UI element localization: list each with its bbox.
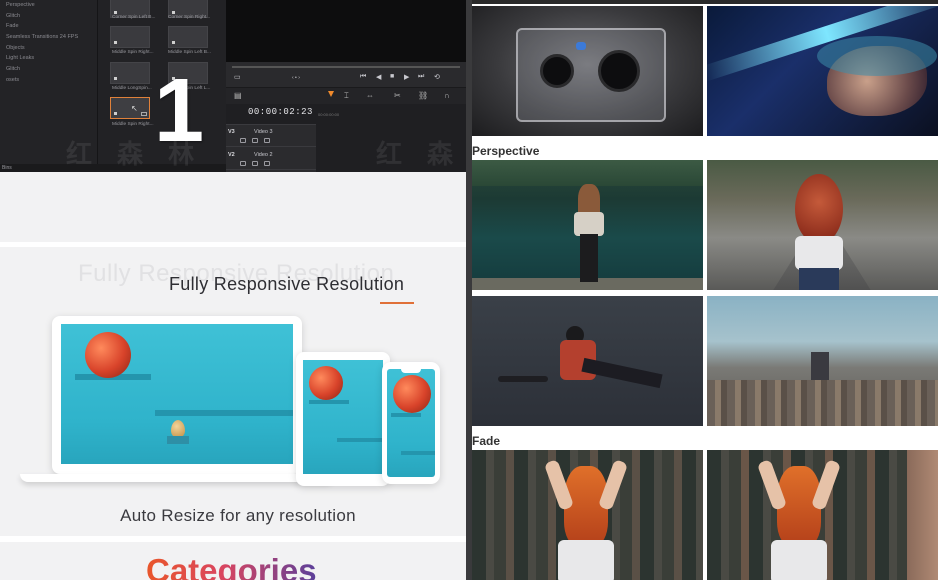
video-editor-panel: Perspective Glitch Fade Seamless Transit… xyxy=(0,0,466,172)
track-row-v3[interactable]: V3 Video 3 xyxy=(226,125,316,147)
link-icon[interactable]: ⛓ xyxy=(418,91,428,100)
photo-man-skateboard[interactable] xyxy=(472,296,703,426)
clip-toggle-icon[interactable] xyxy=(252,138,258,143)
selected-transition-thumbnail[interactable]: ↖ xyxy=(110,97,150,119)
ball-image xyxy=(85,332,131,378)
title-underline xyxy=(380,302,414,304)
watermark-text: 红 森 林 xyxy=(376,140,462,170)
thumbnail-label: Corner Spin Left B... xyxy=(112,15,156,20)
track-name: Video 2 xyxy=(254,152,273,158)
timecode-display: 00:00:02:23 xyxy=(248,107,313,117)
section-label-fade: Fade xyxy=(472,434,501,448)
photo-redhead-fade-2[interactable] xyxy=(707,450,938,580)
track-id: V3 xyxy=(228,129,235,135)
play-icon[interactable]: ▶ xyxy=(404,73,409,81)
effects-item[interactable]: Fade xyxy=(0,21,97,32)
monitor-icon[interactable] xyxy=(264,161,270,166)
edit-tool-icon[interactable]: ⌶ xyxy=(344,91,349,101)
transport-controls: ▭ ‹ • › ⏮ ◀ ■ ▶ ⏭ ⟲ xyxy=(226,62,466,88)
go-to-start-icon[interactable]: ⏮ xyxy=(360,73,366,81)
gallery-top-edge xyxy=(472,0,938,4)
effects-item[interactable]: Glitch xyxy=(0,11,97,22)
scrubber-bar[interactable] xyxy=(232,66,460,68)
photo-woman-road[interactable] xyxy=(707,160,938,290)
photo-woman-neon[interactable] xyxy=(707,6,938,136)
monitor-icon[interactable] xyxy=(264,138,270,143)
effects-item[interactable]: Seamless Transitions 24 FPS xyxy=(0,32,97,43)
transition-thumbnail[interactable] xyxy=(168,26,208,48)
track-headers: V3 Video 3 V2 Video 2 xyxy=(226,124,316,172)
transition-thumbnail[interactable] xyxy=(110,62,150,84)
timeline-ruler-mark: 00:00:00:00 xyxy=(318,112,340,117)
effects-item[interactable]: Light Leaks xyxy=(0,53,97,64)
viewer-options-icon[interactable]: ▭ xyxy=(234,73,241,81)
track-name: Video 3 xyxy=(254,129,273,135)
effects-item[interactable]: Glitch xyxy=(0,64,97,75)
promo-caption: Auto Resize for any resolution xyxy=(120,506,356,525)
photo-cassette-tape[interactable] xyxy=(472,6,703,136)
photo-redhead-fade-1[interactable] xyxy=(472,450,703,580)
section-label-perspective: Perspective xyxy=(472,144,540,158)
transition-thumbnail[interactable] xyxy=(110,26,150,48)
timeline-toolbar: ▤ ⌶ ⇔ ✂ ⛓ ∩ xyxy=(226,88,466,104)
tablet-screen xyxy=(303,360,383,474)
phone-screen xyxy=(387,369,435,477)
laptop-base xyxy=(20,474,334,482)
timeline-view-icon[interactable]: ▤ xyxy=(234,91,242,100)
transition-gallery: Perspective Fade xyxy=(472,0,938,580)
cursor-icon: ↖ xyxy=(131,104,138,113)
clip-icon xyxy=(141,112,147,116)
jog-control-icon[interactable]: ‹ • › xyxy=(292,75,300,81)
photo-woman-lake[interactable] xyxy=(472,160,703,290)
thumbnail-label: Middle LongSpin... xyxy=(112,86,152,91)
trim-tool-icon[interactable]: ⇔ xyxy=(366,91,374,100)
promo-section: Fully Responsive Resolution Fully Respon… xyxy=(0,172,466,580)
promo-title: Fully Responsive Resolution xyxy=(169,274,405,294)
preview-viewer xyxy=(226,0,466,62)
photo-city-aerial[interactable] xyxy=(707,296,938,426)
effects-item[interactable]: osets xyxy=(0,75,97,86)
thumbnail-label: Middle Spin Right... xyxy=(112,122,154,127)
selection-tool-icon[interactable] xyxy=(328,91,334,97)
effects-item[interactable]: Objects xyxy=(0,43,97,54)
stop-icon[interactable]: ■ xyxy=(390,73,394,80)
thumbnail-label: Middle Spin Right... xyxy=(112,50,154,55)
thumbnail-label: Middle Spin Left B... xyxy=(168,50,211,55)
categories-heading: Categories xyxy=(146,552,317,580)
lock-icon[interactable] xyxy=(240,138,246,143)
effects-item[interactable]: Perspective xyxy=(0,0,97,11)
thumbnail-label: Corner Spin Right... xyxy=(168,15,211,20)
go-to-end-icon[interactable]: ⏭ xyxy=(418,73,424,81)
section-divider xyxy=(0,536,466,542)
clip-toggle-icon[interactable] xyxy=(252,161,258,166)
track-row-v2[interactable]: V2 Video 2 xyxy=(226,148,316,170)
loop-icon[interactable]: ⟲ xyxy=(434,73,440,81)
blade-tool-icon[interactable]: ✂ xyxy=(394,91,401,100)
track-id: V2 xyxy=(228,152,235,158)
watermark-text: 红 森 林 xyxy=(66,140,203,170)
play-reverse-icon[interactable]: ◀ xyxy=(376,73,381,81)
lock-icon[interactable] xyxy=(240,161,246,166)
section-divider xyxy=(0,242,466,247)
laptop-screen xyxy=(61,324,293,464)
snap-icon[interactable]: ∩ xyxy=(444,91,450,100)
